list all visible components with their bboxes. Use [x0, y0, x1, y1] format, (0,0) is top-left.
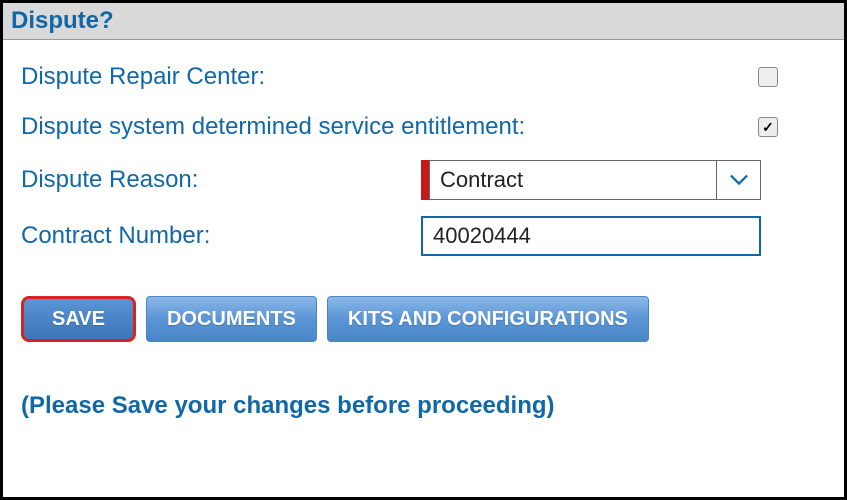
documents-button[interactable]: DOCUMENTS: [146, 296, 317, 342]
select-value: Contract: [429, 160, 717, 200]
input-contract-number[interactable]: [421, 216, 761, 256]
panel-title: Dispute?: [11, 7, 114, 34]
label-contract-number: Contract Number:: [21, 222, 421, 250]
button-bar: SAVE DOCUMENTS KITS AND CONFIGURATIONS: [21, 296, 826, 342]
row-dispute-entitlement: Dispute system determined service entitl…: [21, 110, 826, 144]
select-dispute-reason[interactable]: Contract: [421, 160, 761, 200]
label-dispute-reason: Dispute Reason:: [21, 166, 421, 194]
dispute-panel: Dispute? Dispute Repair Center: Dispute …: [0, 0, 847, 500]
kits-button[interactable]: KITS AND CONFIGURATIONS: [327, 296, 649, 342]
panel-header: Dispute?: [3, 3, 844, 40]
row-dispute-repair-center: Dispute Repair Center:: [21, 60, 826, 94]
save-button[interactable]: SAVE: [21, 296, 136, 342]
checkbox-dispute-entitlement[interactable]: [758, 117, 778, 137]
required-indicator: [421, 160, 429, 200]
chevron-down-icon[interactable]: [717, 160, 761, 200]
panel-content: Dispute Repair Center: Dispute system de…: [3, 40, 844, 432]
checkbox-dispute-repair-center[interactable]: [758, 67, 778, 87]
label-dispute-repair-center: Dispute Repair Center:: [21, 63, 421, 91]
label-dispute-entitlement: Dispute system determined service entitl…: [21, 113, 661, 141]
footer-note: (Please Save your changes before proceed…: [21, 392, 826, 420]
row-dispute-reason: Dispute Reason: Contract: [21, 160, 826, 200]
row-contract-number: Contract Number:: [21, 216, 826, 256]
